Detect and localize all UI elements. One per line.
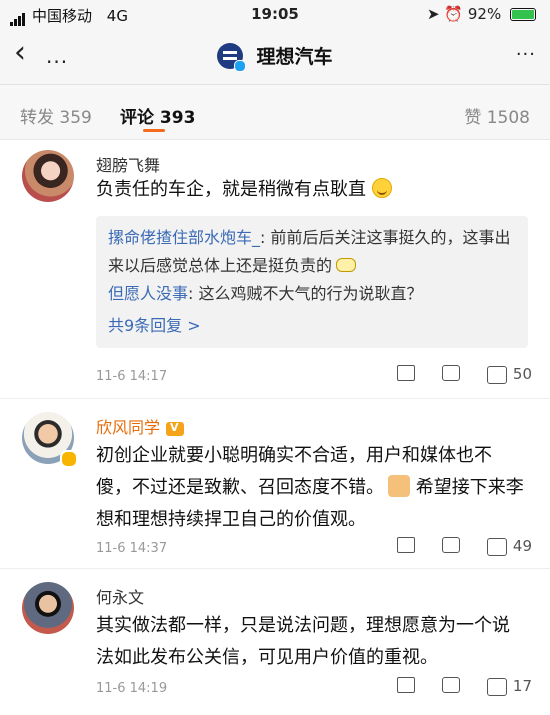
tab-bar: 转发 359 评论 393 赞 1508 <box>0 85 550 140</box>
comment-icon <box>441 536 460 553</box>
like-count: 49 <box>512 537 532 556</box>
comment-date: 11-6 14:37 <box>96 541 168 556</box>
share-icon <box>396 676 415 693</box>
reply-username[interactable]: 摞命佬揸住部水炮车_ <box>108 228 260 247</box>
glasses-emoji-icon <box>336 258 357 272</box>
nav-bar: ‹ ... 理想汽车 ··· <box>0 28 550 85</box>
comment-icon <box>441 364 460 381</box>
comment-text: 负责任的车企，就是稍微有点耿直 <box>96 174 526 206</box>
alarm-icon: ⏰ <box>444 5 464 23</box>
status-bar: 中国移动 4G 19:05 ➤ ⏰ 92% <box>0 0 550 28</box>
comment-body: 负责任的车企，就是稍微有点耿直 <box>96 179 366 200</box>
reply-button[interactable] <box>441 676 460 697</box>
tab-comments[interactable]: 评论 393 <box>120 103 195 128</box>
comment-username[interactable]: 何永文 <box>96 584 144 608</box>
reply-item: 摞命佬揸住部水炮车_: 前前后后关注这事挺久的，这事出来以后感觉总体上还是挺负责… <box>108 224 516 280</box>
comment-item: 翅膀飞舞 负责任的车企，就是稍微有点耿直 摞命佬揸住部水炮车_: 前前后后关注这… <box>0 140 550 398</box>
reply-separator: : <box>260 228 271 247</box>
view-all-replies-link[interactable]: 共9条回复 > <box>108 312 516 340</box>
share-button[interactable] <box>396 364 415 385</box>
verified-badge-icon <box>234 59 247 72</box>
divider <box>0 398 550 399</box>
brand-logo <box>217 42 247 72</box>
tab-repost[interactable]: 转发 359 <box>20 103 92 128</box>
location-icon: ➤ <box>427 5 440 23</box>
reply-text: 这么鸡贼不大气的行为说耿直？ <box>198 284 423 303</box>
comment-text: 初创企业就要小聪明确实不合适，用户和媒体也不傻，不过还是致歉、召回态度不错。 希… <box>96 440 526 536</box>
comment-text: 其实做法都一样，只是说法问题，理想愿意为一个说法如此发布公关信，可见用户价值的重… <box>96 615 510 668</box>
username-text: 欣风同学 <box>96 418 161 437</box>
like-button[interactable]: 50 <box>486 365 532 384</box>
avatar[interactable] <box>22 150 74 202</box>
like-count: 17 <box>512 677 532 696</box>
comment-actions: 49 <box>375 536 532 557</box>
verified-badge-icon <box>60 450 78 468</box>
comment-username[interactable]: 翅膀飞舞 <box>96 152 160 176</box>
tab-likes[interactable]: 赞 1508 <box>464 103 530 128</box>
active-tab-indicator <box>143 129 165 132</box>
more-options-button[interactable]: ··· <box>516 44 536 65</box>
page-title: 理想汽车 <box>0 42 550 72</box>
comment-actions: 50 <box>375 364 532 385</box>
like-button[interactable]: 49 <box>486 537 532 556</box>
thumbs-up-icon <box>486 537 507 556</box>
status-right: ➤ ⏰ 92% <box>427 5 536 23</box>
reply-button[interactable] <box>441 536 460 557</box>
like-count: 50 <box>512 365 532 384</box>
comment-username[interactable]: 欣风同学 <box>96 414 185 438</box>
reply-button[interactable] <box>441 364 460 385</box>
like-button[interactable]: 17 <box>486 677 532 696</box>
battery-icon <box>510 8 536 21</box>
vip-crown-icon <box>166 421 185 436</box>
smile-emoji-icon <box>372 178 392 198</box>
comment-item: 欣风同学 初创企业就要小聪明确实不合适，用户和媒体也不傻，不过还是致歉、召回态度… <box>0 400 550 570</box>
battery-percent: 92% <box>467 5 502 23</box>
reply-preview-box[interactable]: 摞命佬揸住部水炮车_: 前前后后关注这事挺久的，这事出来以后感觉总体上还是挺负责… <box>96 216 528 348</box>
divider <box>0 568 550 569</box>
reply-username[interactable]: 但愿人没事 <box>108 284 188 303</box>
comment-date: 11-6 14:17 <box>96 369 168 384</box>
share-icon <box>396 536 415 553</box>
thumbs-up-emoji-icon <box>388 475 410 497</box>
comment-item: 何永文 其实做法都一样，只是说法问题，理想愿意为一个说法如此发布公关信，可见用户… <box>0 570 550 715</box>
avatar[interactable] <box>22 582 74 634</box>
thumbs-up-icon <box>486 365 507 384</box>
share-button[interactable] <box>396 536 415 557</box>
reply-separator: : <box>188 284 199 303</box>
share-button[interactable] <box>396 676 415 697</box>
comment-actions: 17 <box>375 676 532 697</box>
comment-icon <box>441 676 460 693</box>
account-name[interactable]: 理想汽车 <box>257 46 333 68</box>
thumbs-up-icon <box>486 677 507 696</box>
comment-date: 11-6 14:19 <box>96 681 168 696</box>
share-icon <box>396 364 415 381</box>
reply-item: 但愿人没事: 这么鸡贼不大气的行为说耿直？ <box>108 280 516 308</box>
